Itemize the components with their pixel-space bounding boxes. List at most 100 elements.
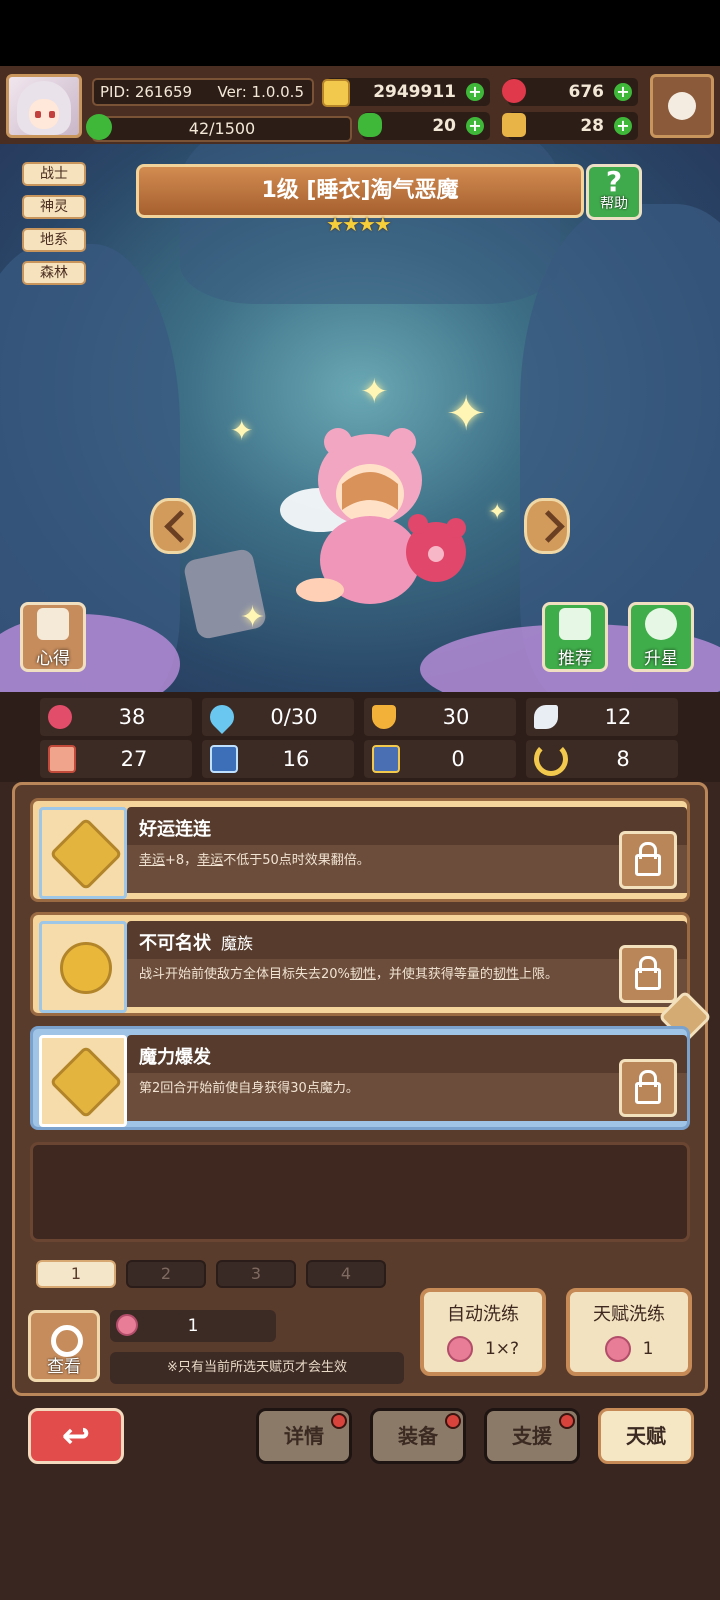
details-tab-button[interactable]: 详情 [256,1408,352,1464]
talent-page-tab-1[interactable]: 1 [36,1260,116,1288]
status-bar [0,0,720,66]
pid-label: PID: 261659 [100,83,193,101]
stat-dodge: 12 [526,698,678,736]
gear-icon [668,92,696,120]
clover-value: 20 [432,116,456,136]
coin-counter: 2949911 + [322,78,490,107]
version-label: Ver: 1.0.0.5 [217,83,304,101]
back-button[interactable]: ↩ [28,1408,124,1464]
key-icon [502,113,526,137]
talent-icon-frame [39,807,127,899]
pid-version-row: PID: 261659 Ver: 1.0.0.5 [92,78,314,106]
support-tab-button[interactable]: 支援 [484,1408,580,1464]
lock-talent-button[interactable] [619,1059,677,1117]
talent-name: 魔力爆发 [139,1047,211,1068]
clover-counter: 20 + [358,112,490,140]
tag-element: 地系 [22,228,86,252]
book-icon [210,745,238,773]
add-keys-button[interactable]: + [614,117,632,135]
cross-emblem-icon [49,817,123,891]
talent-name: 好运连连 [139,819,211,840]
wing-icon [534,705,558,729]
talent-slot-3[interactable]: 魔力爆发 第2回合开始前使自身获得30点魔力。 [30,1026,690,1130]
stat-value: 0 [451,747,465,771]
settings-button[interactable] [650,74,714,138]
talent-name: 不可名状 魔族 [139,933,254,954]
support-label: 支援 [512,1424,552,1448]
stat-speed: 0 [364,740,516,778]
exp-bar: 42/1500 [92,116,352,142]
notification-dot [445,1413,461,1429]
hero-title-banner: 1级 [睡衣]淘气恶魔 [136,164,584,218]
auto-refine-cost: 1×? [484,1339,520,1359]
player-avatar[interactable] [6,74,82,138]
talent-slot-1[interactable]: 好运连连 幸运+8，幸运不低于50点时效果翻倍。 [30,798,690,902]
stat-value: 38 [118,705,146,729]
help-button[interactable]: ? 帮助 [586,164,642,220]
active-page-note: ※只有当前所选天赋页才会生效 [110,1352,404,1384]
view-label: 查看 [47,1357,81,1377]
berry-count: 1 [187,1316,199,1336]
stat-luck: 8 [526,740,678,778]
talent-page-tab-4[interactable]: 4 [306,1260,386,1288]
talent-tab-button[interactable]: 天赋 [598,1408,694,1464]
add-gems-button[interactable]: + [614,83,632,101]
stat-defense: 30 [364,698,516,736]
stat-hp: 38 [40,698,192,736]
recommend-label: 推荐 [558,649,592,669]
shield-icon [372,705,396,729]
stat-value: 30 [442,705,470,729]
gem-value: 676 [568,82,605,102]
stat-mana: 0/30 [202,698,354,736]
berry-counter: 1 [110,1310,276,1342]
stat-value: 12 [604,705,632,729]
hero-star-rating: ★★★★ [326,212,392,236]
next-hero-button[interactable] [524,498,570,554]
clover-exp-icon [86,114,112,140]
talent-slot-empty [30,1142,690,1242]
auto-refine-label: 自动洗练 [447,1304,519,1325]
lock-talent-button[interactable] [619,831,677,889]
talent-label: 天赋 [626,1424,666,1448]
talent-page-tab-2[interactable]: 2 [126,1260,206,1288]
equipment-tab-button[interactable]: 装备 [370,1408,466,1464]
tag-class: 战士 [22,162,86,186]
fist-icon [48,745,76,773]
chevron-right-icon [532,510,565,543]
question-icon: ? [605,165,623,198]
details-label: 详情 [284,1424,324,1448]
auto-refine-button[interactable]: 自动洗练 1×? [420,1288,546,1376]
prev-hero-button[interactable] [150,498,197,554]
talent-slot-2[interactable]: 不可名状 魔族 战斗开始前使敌方全体目标失去20%韧性，并使其获得等量的韧性上限。 [30,912,690,1016]
boot-icon [372,745,400,773]
tag-race: 神灵 [22,195,86,219]
heart-icon [48,705,72,729]
talent-page-tab-3[interactable]: 3 [216,1260,296,1288]
exp-text: 42/1500 [188,119,256,138]
demon-emblem-icon [60,942,112,994]
recommend-button[interactable]: 推荐 [542,602,608,672]
star-up-button[interactable]: 升星 [628,602,694,672]
lock-talent-button[interactable] [619,945,677,1003]
gem-icon [502,79,526,103]
add-clovers-button[interactable]: + [466,117,484,135]
hero-character-sprite [280,428,466,604]
horseshoe-icon [534,742,568,776]
coin-icon [322,79,350,107]
view-button[interactable]: 查看 [28,1310,100,1382]
talent-refine-button[interactable]: 天赋洗练 1 [566,1288,692,1376]
stat-value: 16 [282,747,310,771]
stat-value: 8 [616,747,630,771]
talent-desc: 第2回合开始前使自身获得30点魔力。 [139,1081,359,1096]
berry-icon [604,1336,631,1362]
talent-icon-frame [39,921,127,1013]
insight-button[interactable]: 心得 [20,602,86,672]
help-label: 帮助 [600,196,628,212]
talent-icon-frame [39,1035,127,1127]
add-coins-button[interactable]: + [466,83,484,101]
gem-counter: 676 + [502,78,638,106]
stat-magic: 16 [202,740,354,778]
berry-icon [116,1314,138,1336]
talent-desc: 战斗开始前使敌方全体目标失去20%韧性，并使其获得等量的韧性上限。 [139,967,558,982]
tag-habitat: 森林 [22,261,86,285]
